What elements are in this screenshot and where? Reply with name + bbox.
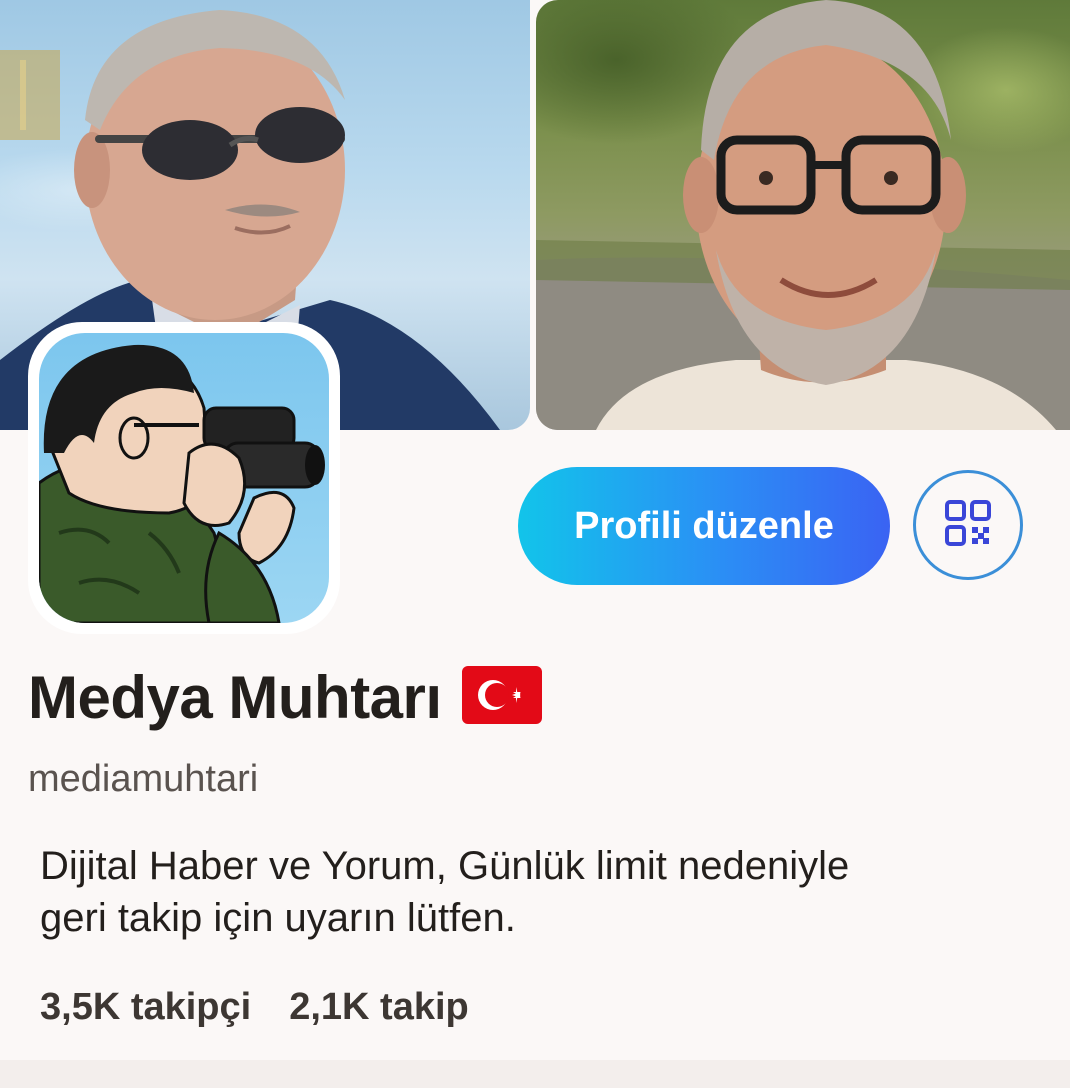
avatar-image — [39, 333, 329, 623]
following-count[interactable]: 2,1K takip — [289, 986, 469, 1029]
avatar[interactable] — [28, 322, 340, 634]
qr-code-icon — [944, 499, 992, 552]
edit-profile-label: Profili düzenle — [574, 504, 834, 547]
qr-code-button[interactable] — [913, 470, 1023, 580]
display-name-row: Medya Muhtarı — [28, 663, 542, 732]
username-handle: mediamuhtari — [28, 758, 259, 800]
turkey-flag-icon — [461, 666, 542, 729]
bio-line: Dijital Haber ve Yorum, Günlük limit ned… — [40, 844, 850, 888]
section-divider — [0, 1060, 1070, 1088]
followers-count[interactable]: 3,5K takipçi — [40, 986, 251, 1029]
display-name: Medya Muhtarı — [28, 664, 442, 731]
profile-screen: Profili düzenle Medya Muhtarı mediamuhta… — [0, 0, 1070, 1088]
bio-line: geri takip için uyarın lütfen. — [40, 896, 516, 940]
banner-photo-right — [536, 0, 1070, 430]
edit-profile-button[interactable]: Profili düzenle — [518, 467, 890, 585]
profile-bio: Dijital Haber ve Yorum, Günlük limit ned… — [40, 840, 1040, 944]
follow-stats: 3,5K takipçi 2,1K takip — [40, 986, 469, 1029]
